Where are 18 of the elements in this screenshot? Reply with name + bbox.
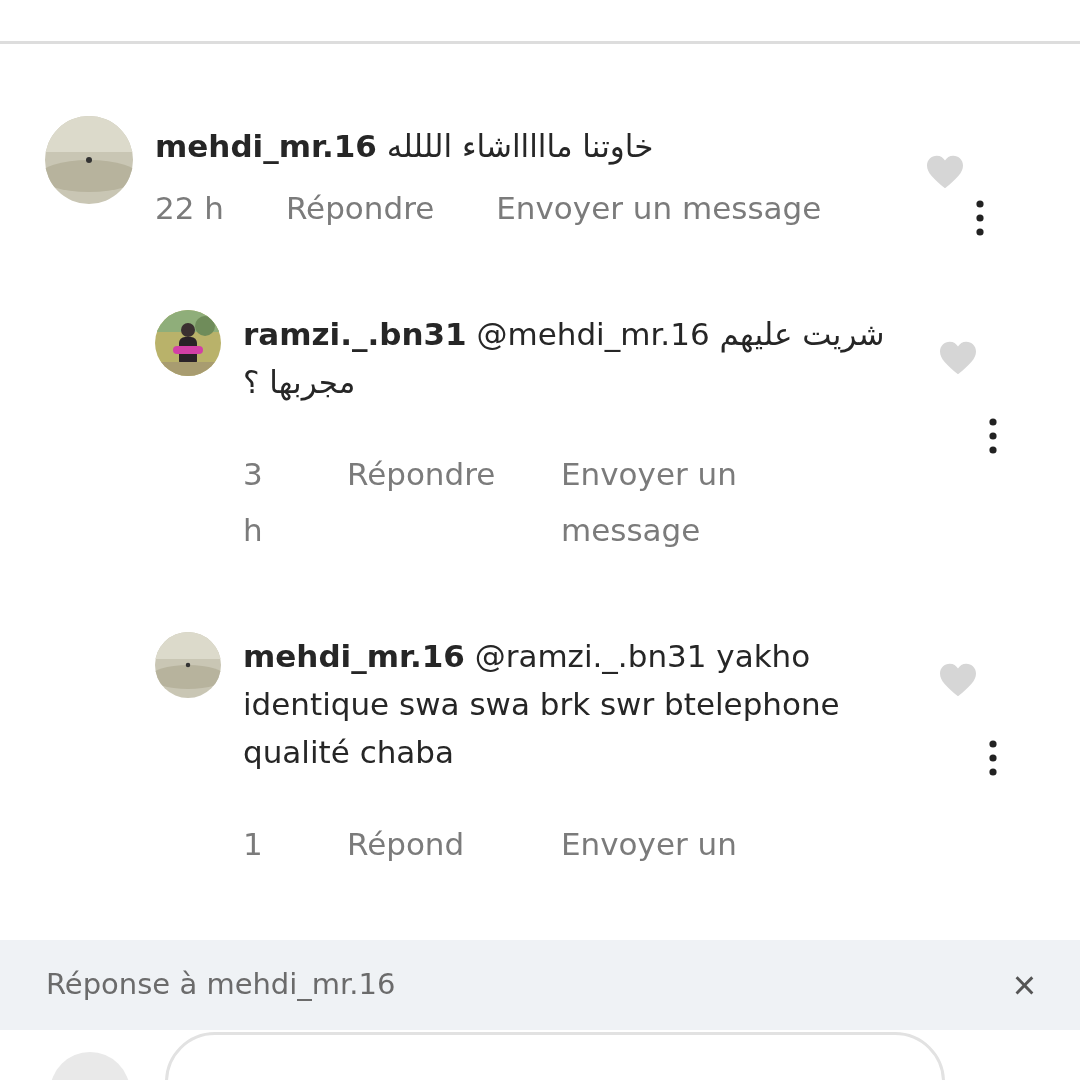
send-message-link[interactable]: Envoyer un message [561,446,761,559]
send-message-link[interactable]: Envoyer un message [496,180,822,237]
heart-icon[interactable] [938,340,978,377]
reply-link[interactable]: Répondre [285,180,435,237]
comment-time: 1 [243,825,264,865]
close-button[interactable]: × [1008,965,1040,1005]
more-options-icon[interactable] [988,740,998,777]
reply-to-label: Réponse à mehdi_mr.16 [46,966,396,1004]
send-message-link[interactable]: Envoyer un [561,816,761,873]
reply-link[interactable]: Répondre [347,446,497,559]
comment-time: 3 h [243,455,264,551]
heart-icon[interactable] [938,662,978,699]
more-options-icon[interactable] [988,418,998,455]
more-options-icon[interactable] [975,200,985,236]
comment-text: mehdi_mr.16 @ramzi._.bn31 yakho identique swa swa brk swr btelephone qualité chaba [243,637,841,773]
heart-icon[interactable] [925,154,965,190]
comment-time: 22 h [155,189,224,229]
reply-link[interactable]: Répond [347,816,497,873]
